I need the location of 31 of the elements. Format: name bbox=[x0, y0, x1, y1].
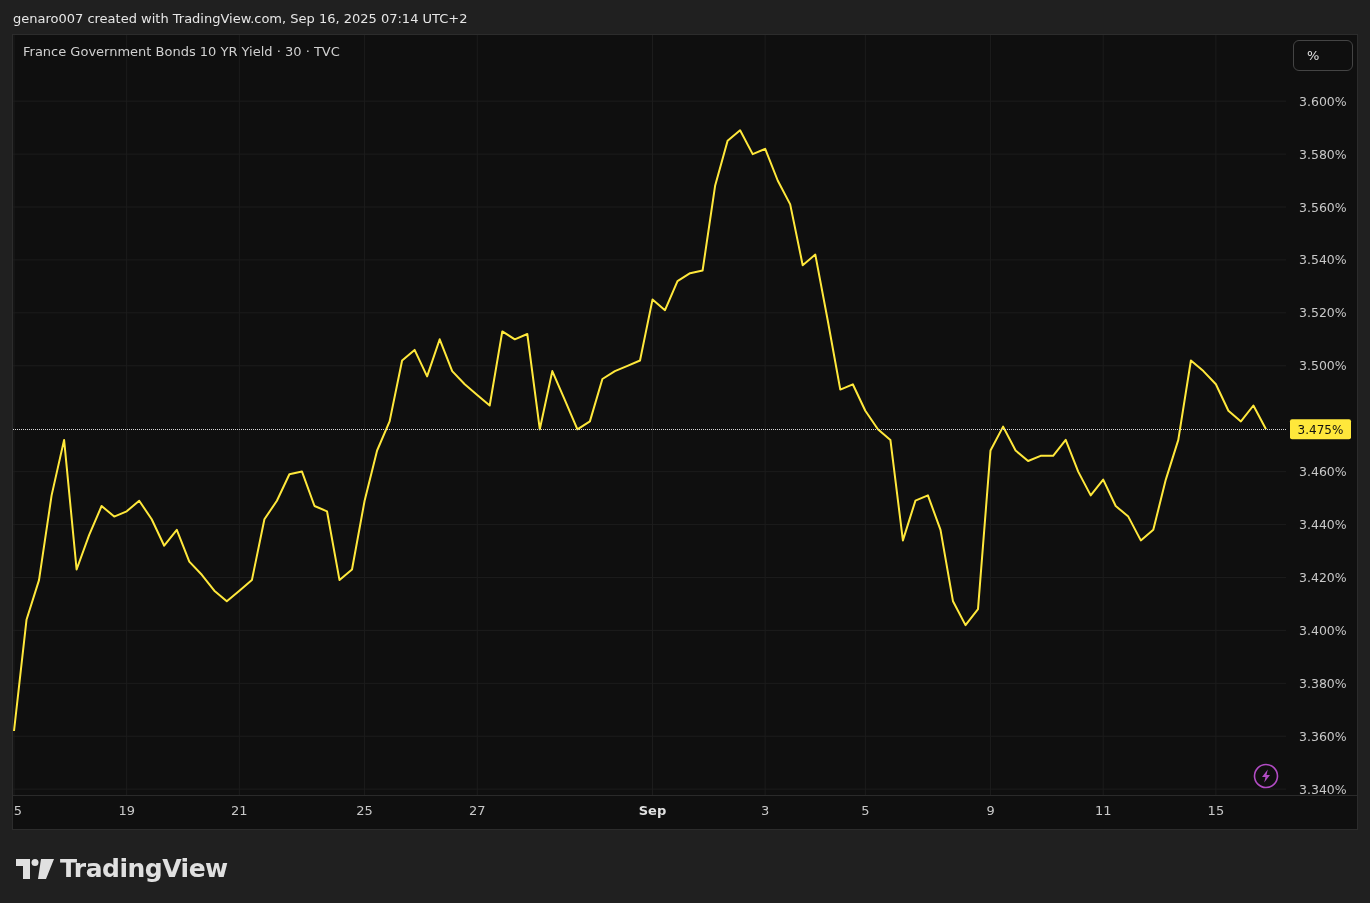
x-axis-label: 27 bbox=[468, 803, 486, 818]
brand-name: TradingView bbox=[60, 854, 228, 883]
y-axis-label: 3.360% bbox=[1299, 728, 1347, 744]
y-axis-label: 3.380% bbox=[1299, 675, 1347, 691]
y-axis-label: 3.600% bbox=[1299, 93, 1347, 109]
y-axis-label: 3.420% bbox=[1299, 570, 1347, 585]
price-label: 3.475% bbox=[1290, 419, 1351, 440]
y-axis-label: 3.520% bbox=[1299, 305, 1347, 321]
chart-caption: genaro007 created with TradingView.com, Sep 16, 2025 07:14 UTC+2 bbox=[12, 10, 469, 24]
logo-icon bbox=[16, 858, 54, 879]
y-axis-label: 3.440% bbox=[1299, 517, 1347, 533]
lightning-icon[interactable] bbox=[1253, 763, 1279, 789]
x-axis-label: 3 bbox=[761, 803, 770, 818]
y-axis-label: 3.500% bbox=[1299, 358, 1347, 374]
y-axis-label: 3.580% bbox=[1299, 146, 1347, 162]
y-axis-label: 3.540% bbox=[1299, 252, 1347, 268]
y-axis-label: 3.340% bbox=[1299, 781, 1347, 797]
x-axis-label: 19 bbox=[118, 803, 135, 818]
chart-title: France Government Bonds 10 YR Yield · 30 · TVC bbox=[23, 44, 340, 59]
unit-button[interactable]: % bbox=[1293, 40, 1353, 71]
x-axis-label: Sep bbox=[638, 803, 667, 818]
y-axis-label: 3.400% bbox=[1299, 622, 1347, 638]
x-axis-label: 5 bbox=[861, 803, 870, 818]
x-axis-label: 25 bbox=[356, 803, 373, 818]
x-axis-label: 15 bbox=[1207, 803, 1225, 818]
x-axis-label: 9 bbox=[986, 803, 995, 818]
y-axis-label: 3.560% bbox=[1299, 199, 1347, 215]
x-axis-label: 21 bbox=[231, 803, 248, 818]
y-axis-label: 3.460% bbox=[1299, 464, 1347, 480]
x-axis-label: 5 bbox=[13, 803, 23, 818]
x-axis-label: 11 bbox=[1094, 803, 1112, 818]
